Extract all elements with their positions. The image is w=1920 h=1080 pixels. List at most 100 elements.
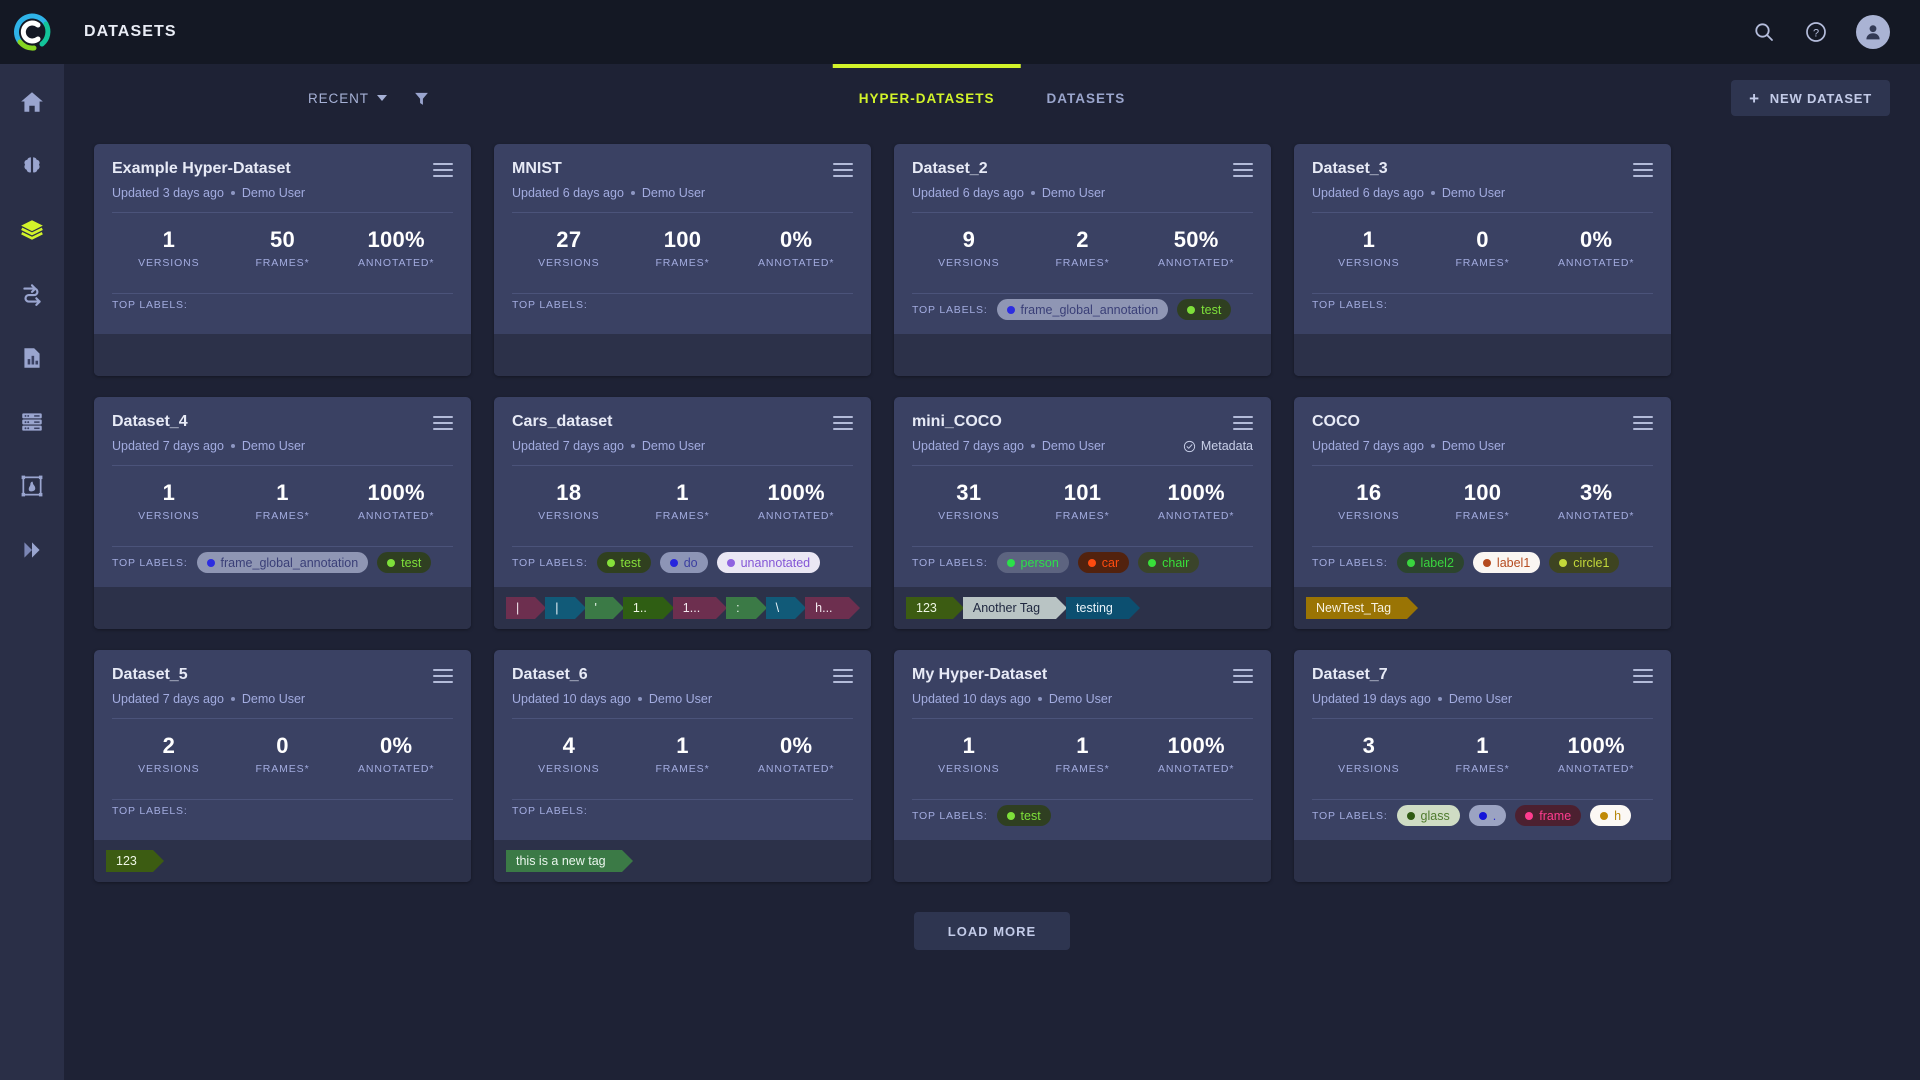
tag-chip[interactable]: 123 <box>906 597 964 619</box>
filter-icon[interactable] <box>413 90 430 107</box>
card-menu-button[interactable] <box>833 669 853 683</box>
label-chip[interactable]: frame_global_annotation <box>996 299 1169 320</box>
label-chip[interactable]: glass <box>1396 805 1460 826</box>
card-tag-strip: | | ' 1.. 1...: \ h... <box>494 587 871 629</box>
card-title: Dataset_5 <box>112 666 188 683</box>
stat-label: ANNOTATED* <box>758 763 835 775</box>
stat-label: VERSIONS <box>938 763 1000 775</box>
card-subtitle: Updated 6 days ago Demo User <box>512 186 853 200</box>
card-menu-button[interactable] <box>1633 163 1653 177</box>
card-menu-button[interactable] <box>1233 163 1253 177</box>
tab-datasets[interactable]: DATASETS <box>1021 64 1152 132</box>
card-menu-button[interactable] <box>833 163 853 177</box>
load-more-button[interactable]: LOAD MORE <box>913 912 1071 950</box>
label-chip[interactable]: label1 <box>1472 552 1541 573</box>
sort-dropdown[interactable]: RECENT <box>308 91 387 106</box>
tag-chip[interactable]: h... <box>805 597 860 619</box>
avatar[interactable] <box>1856 15 1890 49</box>
card-menu-button[interactable] <box>433 163 453 177</box>
tag-chip[interactable]: 1... <box>672 597 728 619</box>
label-chip-text: test <box>1020 808 1041 823</box>
sidebar-item-datastores[interactable] <box>0 400 64 444</box>
tag-chip[interactable]: Another Tag <box>962 597 1068 619</box>
sidebar-item-reports[interactable] <box>0 336 64 380</box>
label-chip[interactable]: . <box>1468 805 1507 826</box>
tag-chip[interactable]: testing <box>1066 597 1140 619</box>
dataset-card[interactable]: Example Hyper-Dataset Updated 3 days ago… <box>94 144 471 376</box>
card-menu-button[interactable] <box>833 416 853 430</box>
label-color-dot <box>1478 811 1487 820</box>
card-menu-button[interactable] <box>433 416 453 430</box>
sidebar-item-expand[interactable] <box>0 528 64 572</box>
dataset-card[interactable]: Dataset_5 Updated 7 days ago Demo User 2… <box>94 650 471 882</box>
tag-chip[interactable]: \ <box>765 597 807 619</box>
stat-value: 18 <box>556 480 582 505</box>
tag-chip[interactable]: 1.. <box>622 597 674 619</box>
dataset-card[interactable]: Dataset_3 Updated 6 days ago Demo User 1… <box>1294 144 1671 376</box>
label-chip[interactable]: frame <box>1515 805 1582 826</box>
label-chip[interactable]: test <box>377 552 432 573</box>
card-menu-button[interactable] <box>1633 669 1653 683</box>
menu-line <box>1633 675 1653 677</box>
sidebar-item-layers[interactable] <box>0 208 64 252</box>
label-chip[interactable]: circle1 <box>1549 552 1620 573</box>
label-chip[interactable]: chair <box>1138 552 1200 573</box>
label-chip[interactable]: test <box>996 805 1051 826</box>
label-chip[interactable]: person <box>996 552 1069 573</box>
sidebar-item-annotations[interactable] <box>0 464 64 508</box>
menu-line <box>1633 669 1653 671</box>
sidebar-item-home[interactable] <box>0 80 64 124</box>
dataset-card[interactable]: Cars_dataset Updated 7 days ago Demo Use… <box>494 397 871 629</box>
dataset-card[interactable]: MNIST Updated 6 days ago Demo User 27 VE… <box>494 144 871 376</box>
separator-dot <box>637 697 642 701</box>
dataset-card[interactable]: COCO Updated 7 days ago Demo User 16 VER… <box>1294 397 1671 629</box>
menu-line <box>1633 416 1653 418</box>
label-chip[interactable]: frame_global_annotation <box>196 552 369 573</box>
stat-label: VERSIONS <box>938 257 1000 269</box>
tag-chip[interactable]: | <box>506 597 547 619</box>
app-logo[interactable] <box>0 0 64 64</box>
sidebar-item-brain[interactable] <box>0 144 64 188</box>
tag-chip[interactable]: ' <box>584 597 625 619</box>
label-chip[interactable]: test <box>1177 299 1232 320</box>
dataset-card[interactable]: Dataset_2 Updated 6 days ago Demo User 9… <box>894 144 1271 376</box>
stat-label: ANNOTATED* <box>758 257 835 269</box>
dataset-card[interactable]: Dataset_7 Updated 19 days ago Demo User <box>1294 650 1671 882</box>
stat-label: ANNOTATED* <box>1158 763 1235 775</box>
dataset-card[interactable]: Dataset_4 Updated 7 days ago Demo User 1… <box>94 397 471 629</box>
tag-chip[interactable]: 123 <box>106 850 164 872</box>
tab-hyper-datasets[interactable]: HYPER-DATASETS <box>832 64 1021 132</box>
brain-icon <box>24 157 40 173</box>
card-header: mini_COCO <box>912 413 1253 431</box>
tag-chip[interactable]: : <box>726 597 768 619</box>
help-icon[interactable]: ? <box>1804 20 1828 44</box>
card-menu-button[interactable] <box>1233 416 1253 430</box>
label-chip[interactable]: car <box>1077 552 1130 573</box>
card-menu-button[interactable] <box>1233 669 1253 683</box>
search-icon[interactable] <box>1752 20 1776 44</box>
dataset-card[interactable]: Dataset_6 Updated 10 days ago Demo User <box>494 650 871 882</box>
tag-chip[interactable]: | <box>545 597 586 619</box>
pipelines-icon <box>23 284 41 306</box>
card-subtitle: Updated 3 days ago Demo User <box>112 186 453 200</box>
sidebar-item-pipelines[interactable] <box>0 272 64 316</box>
dataset-card[interactable]: My Hyper-Dataset Updated 10 days ago Dem… <box>894 650 1271 882</box>
card-menu-button[interactable] <box>433 669 453 683</box>
label-chip[interactable]: test <box>596 552 651 573</box>
label-chip[interactable]: h <box>1590 805 1632 826</box>
dataset-card[interactable]: mini_COCO Updated 7 days ago Demo User M… <box>894 397 1271 629</box>
label-chip[interactable]: do <box>659 552 708 573</box>
label-chip[interactable]: label2 <box>1396 552 1464 573</box>
card-menu-button[interactable] <box>1633 416 1653 430</box>
label-chip[interactable]: unannotated <box>716 552 821 573</box>
stat-frames: 50 FRAMES* <box>226 227 340 269</box>
clearml-logo-icon <box>14 13 51 51</box>
new-dataset-button[interactable]: + NEW DATASET <box>1731 80 1890 116</box>
tag-chip[interactable]: NewTest_Tag <box>1306 597 1419 619</box>
stat-label: FRAMES* <box>1055 763 1110 775</box>
plus-icon: + <box>1749 88 1760 108</box>
label-chip-text: car <box>1101 555 1120 570</box>
card-top-labels: TOP LABELS: <box>112 800 453 831</box>
tag-chip[interactable]: this is a new tag <box>506 850 633 872</box>
card-stats: 31 VERSIONS 101 FRAMES* 100% ANNOTATED* <box>912 466 1253 534</box>
